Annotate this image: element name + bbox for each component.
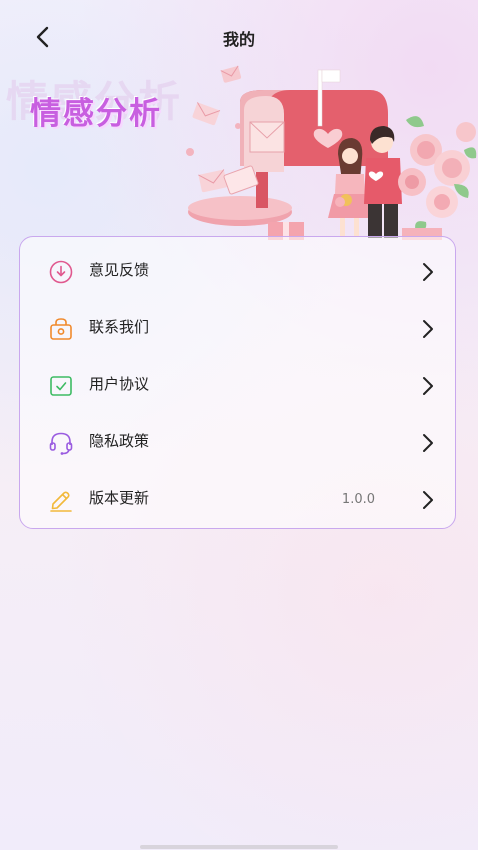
chevron-right-icon [423,491,433,509]
home-indicator [140,845,338,849]
menu-item-version-update[interactable]: 版本更新 1.0.0 [20,470,457,527]
menu-item-label: 联系我们 [89,318,150,336]
roses-illustration [398,116,477,232]
settings-menu-card: 意见反馈 联系我们 用户协议 隐私政策 版本更新 1.0.0 [19,236,456,529]
banner-title: 情感分析 [30,96,162,132]
chevron-right-icon [423,263,433,281]
menu-item-contact-us[interactable]: 联系我们 [20,299,457,356]
envelope-icon [192,102,221,126]
menu-item-label: 意见反馈 [89,261,150,279]
envelope-icon [220,65,242,83]
top-bar: 我的 [0,18,478,58]
mailbox-couple-illustration [186,65,477,240]
menu-item-label: 用户协议 [89,375,150,393]
menu-item-label: 隐私政策 [89,432,150,450]
menu-item-user-agreement[interactable]: 用户协议 [20,356,457,413]
chevron-right-icon [423,320,433,338]
headset-privacy-icon [48,430,74,456]
chevron-right-icon [423,434,433,452]
pencil-update-icon [48,487,74,513]
chevron-right-icon [423,377,433,395]
envelope-icon [198,169,228,193]
menu-item-label: 版本更新 [89,489,150,507]
version-number: 1.0.0 [341,492,375,507]
agreement-check-icon [48,373,74,399]
feedback-download-icon [48,259,74,285]
contact-bag-icon [48,316,74,342]
menu-item-feedback[interactable]: 意见反馈 [20,242,457,299]
menu-item-privacy-policy[interactable]: 隐私政策 [20,413,457,470]
emotion-analysis-banner: 情感分析 情感分析 [0,62,478,240]
page-title: 我的 [222,30,255,49]
